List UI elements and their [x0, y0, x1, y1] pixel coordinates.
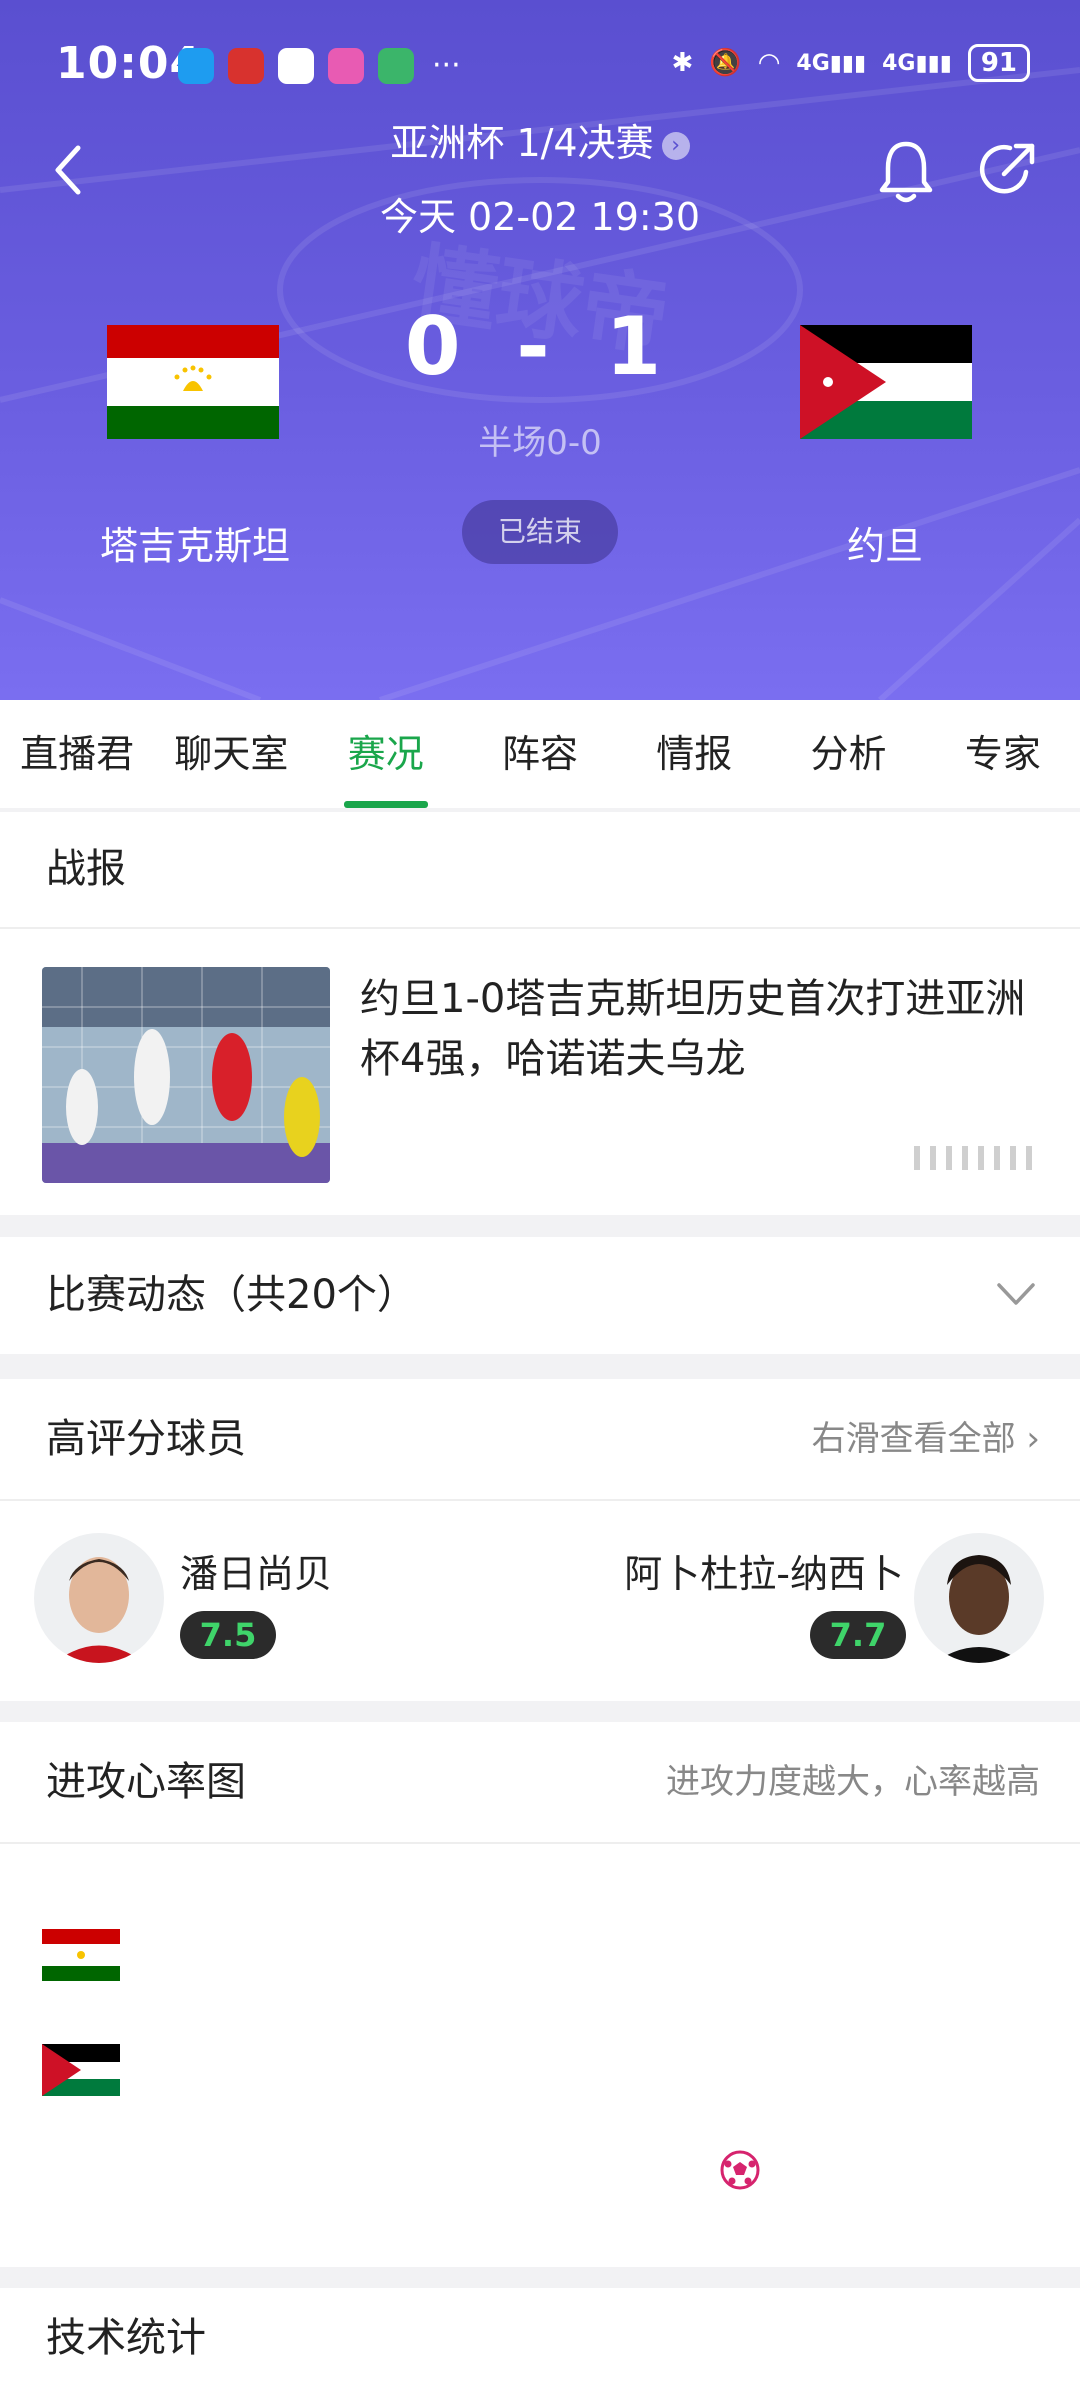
report-heading-label: 战报 — [46, 846, 126, 892]
tajikistan-flag-icon — [42, 1929, 120, 1981]
gallery-app-icon — [328, 48, 364, 84]
mute-icon: 🔕 — [709, 48, 742, 78]
home-player-avatar[interactable] — [34, 1533, 164, 1663]
news-app-icon — [228, 48, 264, 84]
notification-icons: ··· — [178, 48, 461, 84]
match-header: 懂球帝 10:04 ··· ✱ 🔕 ◠ 4G▮▮▮ 4G▮▮▮ 91 亚洲杯 1… — [0, 0, 1080, 700]
news-thumbnail — [42, 967, 330, 1183]
system-icons: ✱ 🔕 ◠ 4G▮▮▮ 4G▮▮▮ 91 — [672, 44, 1030, 82]
share-icon[interactable] — [976, 138, 1040, 202]
events-heading: 比赛动态（共20个） — [0, 1237, 1080, 1354]
attack-chart-heading-label: 进攻心率图 — [46, 1759, 246, 1805]
chevron-right-icon: › — [1026, 1419, 1040, 1459]
wifi-icon: ◠ — [757, 48, 781, 78]
signal-icon: 4G▮▮▮ — [796, 50, 867, 76]
top-players-heading-label: 高评分球员 — [46, 1416, 246, 1462]
bell-icon[interactable] — [876, 138, 936, 208]
match-status-badge: 已结束 — [462, 500, 618, 564]
shield-app-icon — [278, 48, 314, 84]
report-heading: 战报 — [0, 812, 1080, 929]
goal-ball-icon[interactable] — [720, 2150, 760, 2190]
status-bar: 10:04 ··· ✱ 🔕 ◠ 4G▮▮▮ 4G▮▮▮ 91 — [0, 0, 1080, 130]
away-team-name[interactable]: 约旦 — [730, 515, 1040, 570]
tab-chatroom[interactable]: 聊天室 — [154, 700, 308, 808]
video-bars-icon — [914, 1146, 1032, 1170]
home-player-name[interactable]: 潘日尚贝 — [180, 1543, 332, 1598]
news-headline: 约旦1-0塔吉克斯坦历史首次打进亚洲杯4强，哈诺诺夫乌龙 — [360, 976, 1026, 1082]
away-player-name[interactable]: 阿卜杜拉-纳西卜 — [624, 1543, 904, 1598]
signal-icon-2: 4G▮▮▮ — [882, 50, 952, 76]
tab-live[interactable]: 直播君 — [0, 700, 154, 808]
away-player-rating: 7.7 — [810, 1611, 906, 1659]
events-card[interactable]: 比赛动态（共20个） — [0, 1237, 1080, 1354]
home-team-name[interactable]: 塔吉克斯坦 — [40, 515, 350, 570]
jordan-flag-icon — [42, 2044, 120, 2096]
stats-heading-label: 技术统计 — [46, 2315, 206, 2361]
report-card: 战报 约旦1-0塔吉克斯坦历史首次打进亚洲杯4强，哈诺诺夫乌龙 — [0, 812, 1080, 1215]
attack-chart-area — [0, 1844, 1080, 2269]
events-heading-label: 比赛动态（共20个） — [46, 1272, 417, 1318]
competition-label: 亚洲杯 1/4决赛 — [390, 121, 654, 165]
tab-intel[interactable]: 情报 — [617, 700, 771, 808]
news-item[interactable]: 约旦1-0塔吉克斯坦历史首次打进亚洲杯4强，哈诺诺夫乌龙 — [0, 929, 1080, 1214]
tab-experts[interactable]: 专家 — [926, 700, 1080, 808]
chevron-down-icon[interactable] — [996, 1281, 1036, 1307]
stats-heading: 技术统计 — [0, 2288, 1080, 2388]
bluetooth-icon: ✱ — [671, 48, 694, 78]
attack-chart-note: 进攻力度越大，心率越高 — [666, 1762, 1040, 1802]
home-player-rating: 7.5 — [180, 1611, 276, 1659]
jordan-flag-icon — [800, 325, 972, 439]
attack-chart-card: 进攻心率图 进攻力度越大，心率越高 — [0, 1722, 1080, 2267]
tab-analysis[interactable]: 分析 — [771, 700, 925, 808]
tab-bar: 直播君 聊天室 赛况 阵容 情报 分析 专家 — [0, 700, 1080, 808]
see-all-label: 右滑查看全部 — [811, 1419, 1016, 1459]
chat-app-icon — [178, 48, 214, 84]
see-all-link[interactable]: 右滑查看全部 › — [812, 1379, 1040, 1499]
stats-card: 技术统计 — [0, 2288, 1080, 2388]
top-players-heading: 高评分球员 右滑查看全部 › — [0, 1379, 1080, 1501]
tab-lineup[interactable]: 阵容 — [463, 700, 617, 808]
more-notifications-icon: ··· — [432, 48, 461, 83]
away-player-avatar[interactable] — [914, 1533, 1044, 1663]
top-players-card: 高评分球员 右滑查看全部 › 潘日尚贝 7.5 阿卜杜拉-纳西卜 7.7 — [0, 1379, 1080, 1701]
chevron-right-icon: › — [661, 131, 690, 160]
tab-match-status[interactable]: 赛况 — [309, 700, 463, 808]
attack-chart-heading: 进攻心率图 进攻力度越大，心率越高 — [0, 1722, 1080, 1844]
battery-indicator: 91 — [967, 44, 1030, 82]
players-row: 潘日尚贝 7.5 阿卜杜拉-纳西卜 7.7 — [0, 1501, 1080, 1701]
sim-app-icon — [378, 48, 414, 84]
